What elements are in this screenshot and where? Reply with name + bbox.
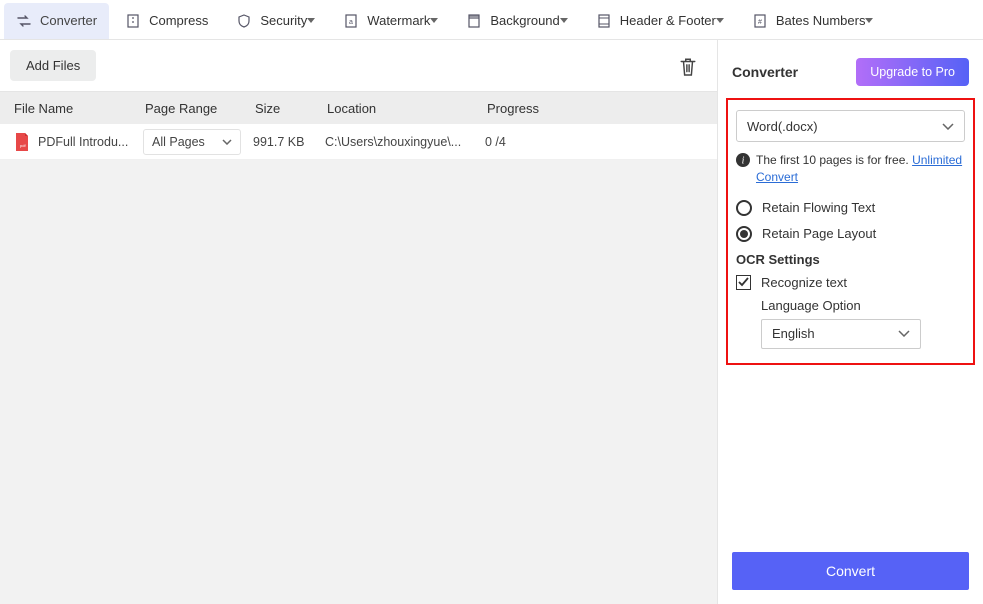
note-text: The first 10 pages is for free. Unlimite…: [756, 152, 965, 186]
tab-security[interactable]: Security: [224, 3, 327, 39]
header-footer-icon: [596, 13, 612, 29]
file-panel-header: Add Files: [0, 40, 717, 92]
svg-text:i: i: [742, 156, 745, 167]
upgrade-button[interactable]: Upgrade to Pro: [856, 58, 969, 86]
col-filename: File Name: [0, 101, 145, 116]
svg-text:pdf: pdf: [20, 143, 26, 148]
col-location: Location: [327, 101, 487, 116]
main-content: Add Files File Name Page Range Size Loca…: [0, 40, 983, 604]
file-location: C:\Users\zhouxingyue\...: [325, 135, 485, 149]
language-option-label: Language Option: [761, 298, 965, 313]
chevron-down-icon: [865, 18, 873, 23]
recognize-text-checkbox[interactable]: Recognize text: [736, 275, 965, 290]
chevron-down-icon: [430, 18, 438, 23]
watermark-icon: a: [343, 13, 359, 29]
chevron-down-icon: [560, 18, 568, 23]
tab-bates-numbers[interactable]: # Bates Numbers: [740, 3, 886, 39]
tab-label: Converter: [40, 13, 97, 28]
tab-label: Background: [490, 13, 559, 28]
svg-text:a: a: [349, 19, 353, 26]
compress-icon: [125, 13, 141, 29]
tab-watermark[interactable]: a Watermark: [331, 3, 450, 39]
output-format-select[interactable]: Word(.docx): [736, 110, 965, 142]
retain-flowing-text-radio[interactable]: Retain Flowing Text: [736, 200, 965, 216]
retain-page-layout-radio[interactable]: Retain Page Layout: [736, 226, 965, 242]
chevron-down-icon: [716, 18, 724, 23]
checkbox-checked-icon: [736, 275, 751, 290]
bates-icon: #: [752, 13, 768, 29]
col-size: Size: [255, 101, 327, 116]
radio-label: Retain Flowing Text: [762, 200, 875, 215]
free-pages-note: i The first 10 pages is for free. Unlimi…: [736, 152, 965, 186]
col-progress: Progress: [487, 101, 717, 116]
chevron-down-icon: [898, 330, 910, 337]
pdf-file-icon: pdf: [14, 133, 30, 151]
tab-compress[interactable]: Compress: [113, 3, 220, 39]
trash-icon[interactable]: [679, 57, 697, 75]
tab-background[interactable]: Background: [454, 3, 579, 39]
language-select[interactable]: English: [761, 319, 921, 349]
file-size: 991.7 KB: [253, 135, 325, 149]
tab-label: Security: [260, 13, 307, 28]
svg-text:#: #: [758, 19, 762, 26]
radio-checked-icon: [736, 226, 752, 242]
checkbox-label: Recognize text: [761, 275, 847, 290]
background-icon: [466, 13, 482, 29]
column-headers: File Name Page Range Size Location Progr…: [0, 92, 717, 124]
radio-label: Retain Page Layout: [762, 226, 876, 241]
convert-button[interactable]: Convert: [732, 552, 969, 590]
format-value: Word(.docx): [747, 119, 942, 134]
top-toolbar: Converter Compress Security a Watermark …: [0, 0, 983, 40]
tab-label: Watermark: [367, 13, 430, 28]
language-value: English: [772, 326, 898, 341]
tab-label: Bates Numbers: [776, 13, 866, 28]
panel-title: Converter: [732, 64, 856, 80]
highlighted-settings: Word(.docx) i The first 10 pages is for …: [726, 98, 975, 365]
settings-panel: Converter Upgrade to Pro Word(.docx) i T…: [718, 40, 983, 604]
tab-converter[interactable]: Converter: [4, 3, 109, 39]
page-range-select[interactable]: All Pages: [143, 129, 241, 155]
tab-label: Compress: [149, 13, 208, 28]
chevron-down-icon: [942, 123, 954, 130]
info-icon: i: [736, 153, 750, 167]
tab-header-footer[interactable]: Header & Footer: [584, 3, 736, 39]
shield-icon: [236, 13, 252, 29]
tab-label: Header & Footer: [620, 13, 716, 28]
chevron-down-icon: [222, 139, 232, 145]
settings-header: Converter Upgrade to Pro: [732, 58, 969, 86]
file-panel: Add Files File Name Page Range Size Loca…: [0, 40, 718, 604]
chevron-down-icon: [307, 18, 315, 23]
radio-unchecked-icon: [736, 200, 752, 216]
ocr-settings-title: OCR Settings: [736, 252, 965, 267]
file-name: PDFull Introdu...: [38, 135, 143, 149]
col-pagerange: Page Range: [145, 101, 255, 116]
converter-icon: [16, 13, 32, 29]
table-row[interactable]: pdf PDFull Introdu... All Pages 991.7 KB…: [0, 124, 717, 160]
page-range-value: All Pages: [152, 135, 222, 149]
file-progress: 0 /4: [485, 135, 717, 149]
add-files-button[interactable]: Add Files: [10, 50, 96, 81]
